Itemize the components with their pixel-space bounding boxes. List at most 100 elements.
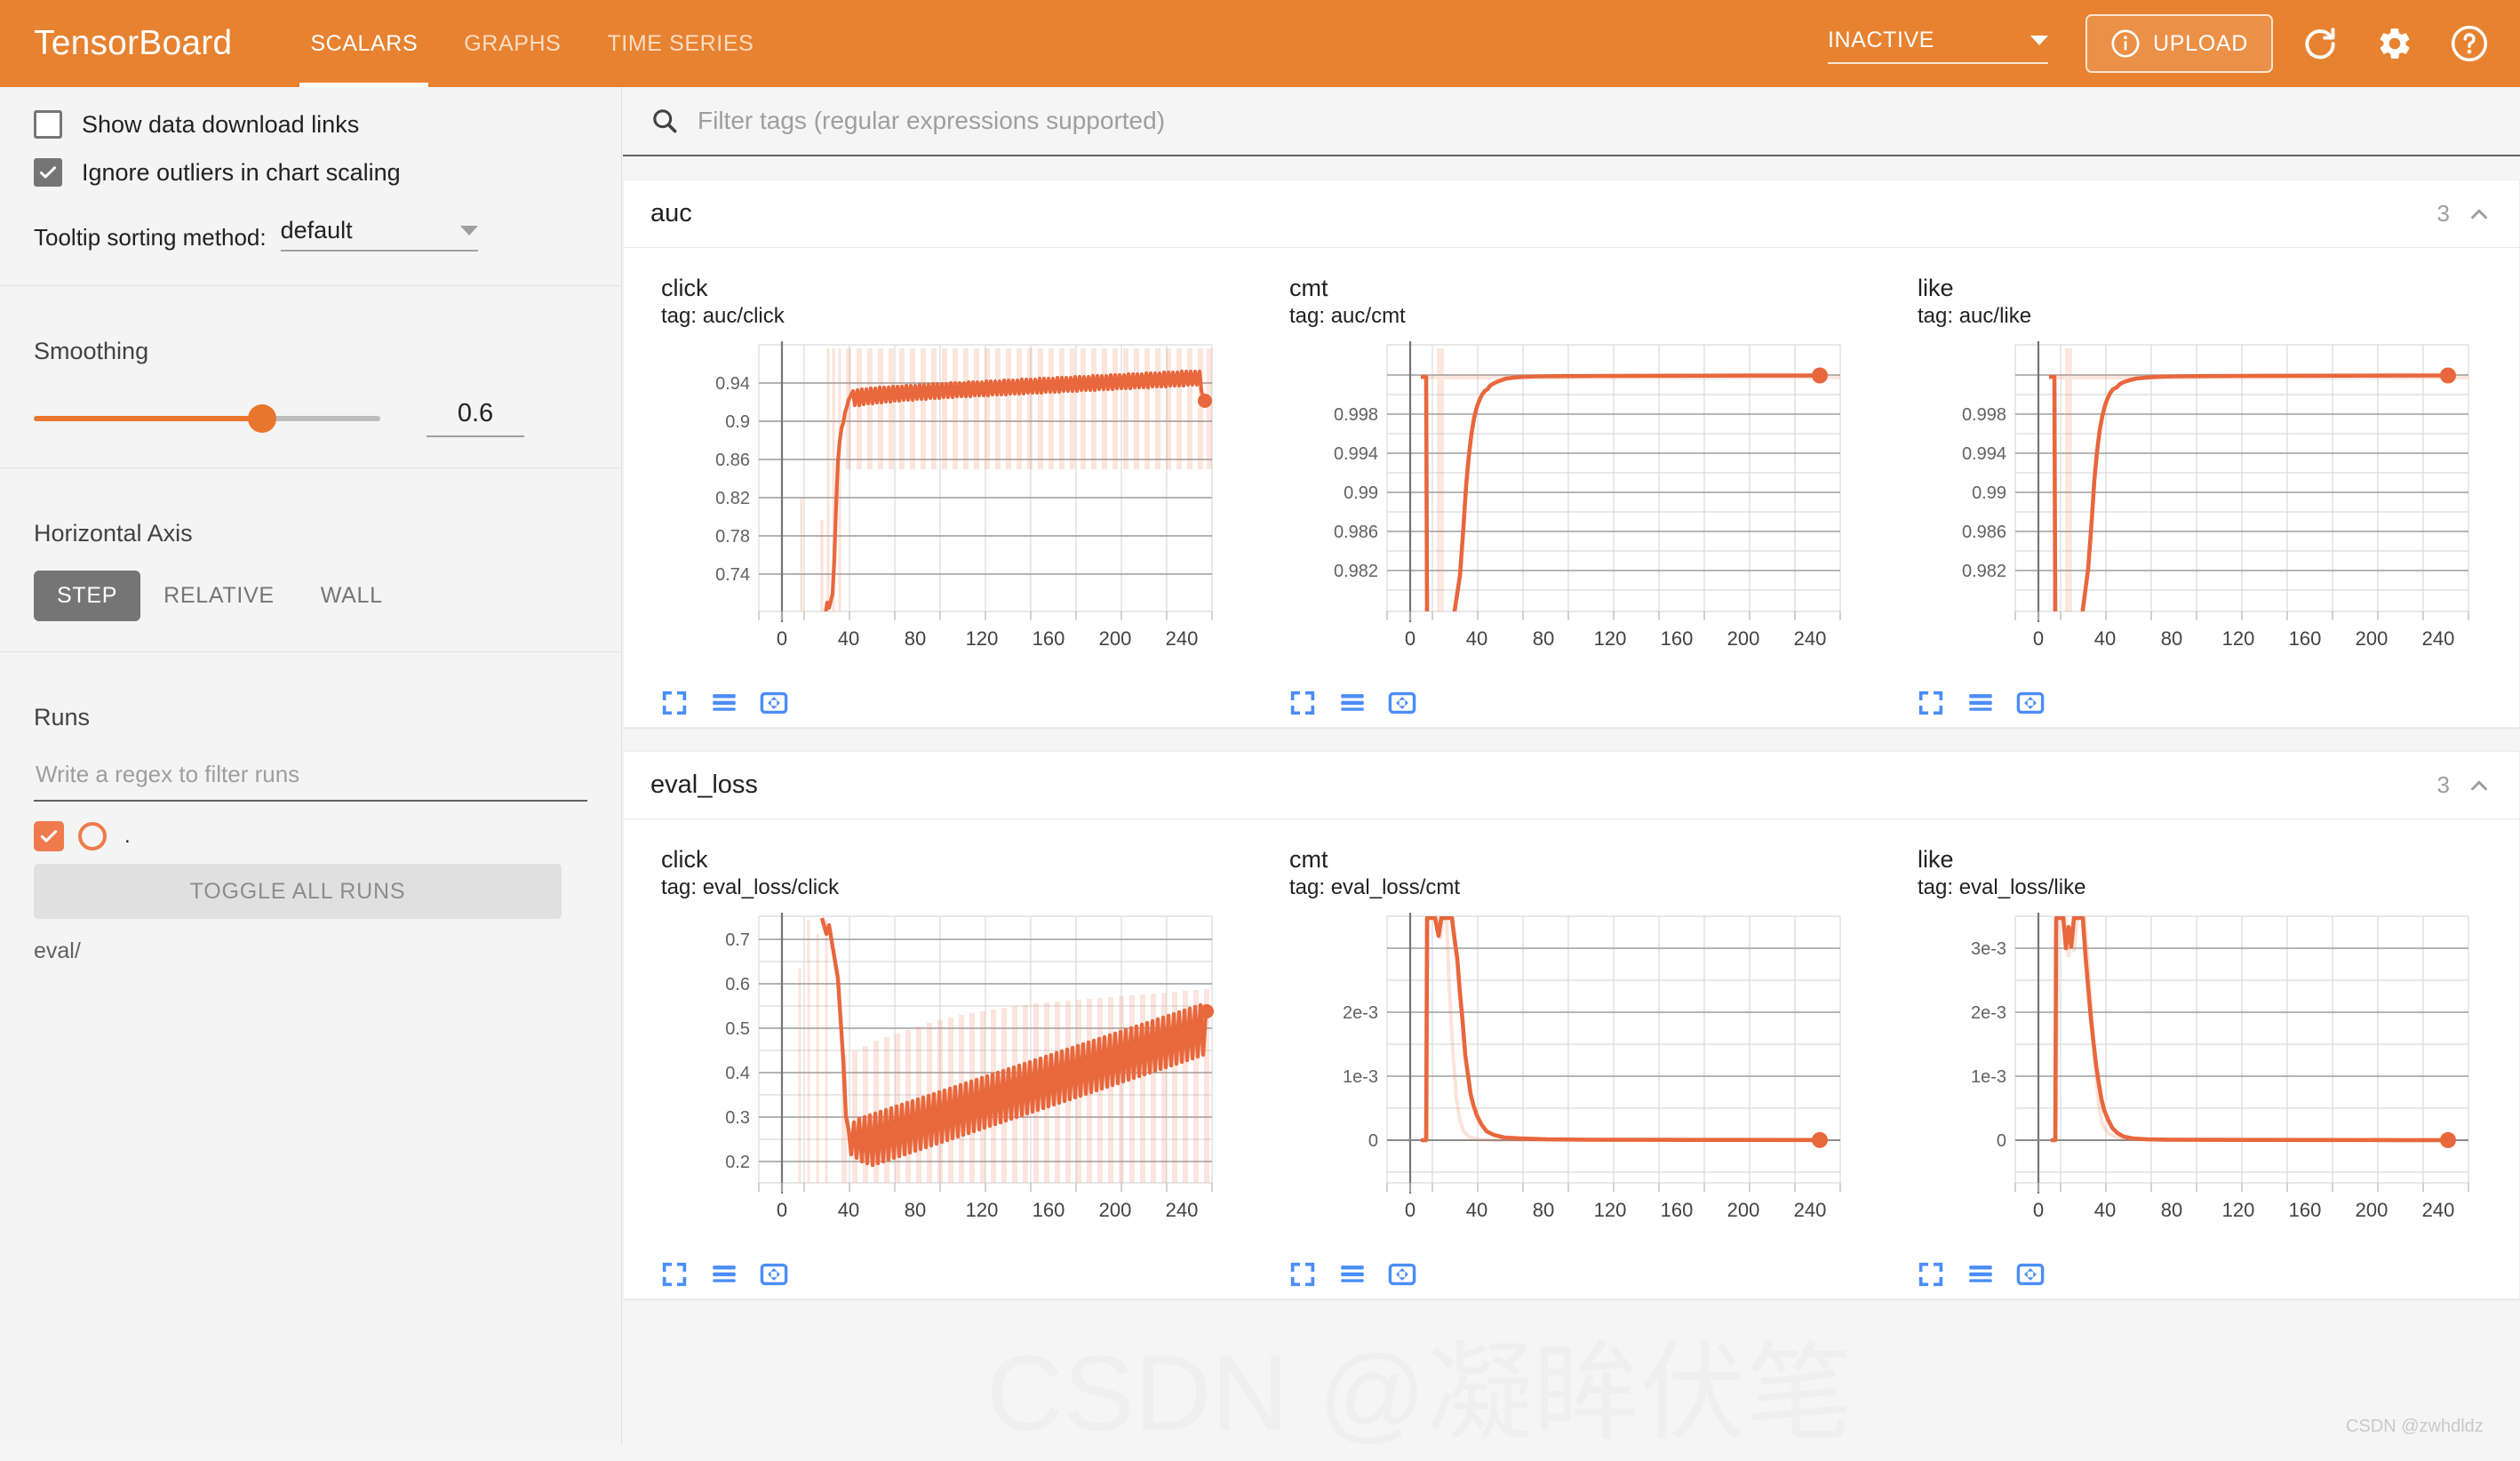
svg-text:0: 0: [1368, 1131, 1378, 1151]
endpoint-marker: [2440, 367, 2456, 384]
chart-plot-eval-loss-click[interactable]: 0.70.6 0.50.4 0.30.2 0 40 80 120 160 200…: [643, 907, 1230, 1254]
chart-plot-eval-loss-like[interactable]: 3e-32e-3 1e-30 0 40 80 120 160 200 240: [1900, 907, 2486, 1254]
settings-button[interactable]: [2367, 16, 2422, 71]
section-title-eval-loss: eval_loss: [650, 770, 758, 799]
smoothing-value[interactable]: 0.6: [427, 399, 524, 437]
ignore-outliers-row[interactable]: Ignore outliers in chart scaling: [34, 158, 587, 187]
data-table-icon[interactable]: [709, 688, 739, 718]
chart-plot-auc-like[interactable]: 0.9980.994 0.990.986 0.982 0 40 80 120 1…: [1900, 336, 2486, 683]
svg-text:0.982: 0.982: [1334, 562, 1378, 581]
tab-graphs[interactable]: GRAPHS: [441, 0, 584, 87]
svg-text:0.986: 0.986: [1962, 523, 2006, 542]
svg-text:0: 0: [2033, 627, 2044, 650]
tag-filter-input[interactable]: [696, 106, 2493, 136]
chart-grid-eval-loss: click tag: eval_loss/click 0.7 0.6 0.5 0…: [624, 819, 2519, 1298]
smoothing-control: 0.6: [34, 399, 587, 437]
chevron-up-icon[interactable]: [2466, 201, 2492, 228]
pan-fit-icon[interactable]: [2015, 688, 2046, 718]
svg-text:2e-3: 2e-3: [1971, 1003, 2006, 1023]
tooltip-sorting-row: Tooltip sorting method: default: [34, 217, 587, 255]
axis-option-wall[interactable]: WALL: [298, 571, 406, 621]
fullscreen-icon[interactable]: [659, 1259, 690, 1289]
fullscreen-icon[interactable]: [1288, 688, 1318, 718]
chart-plot-auc-cmt[interactable]: 0.9980.994 0.990.986 0.982 0 40 80 120 1…: [1272, 336, 1858, 683]
svg-text:200: 200: [1099, 627, 1132, 650]
refresh-button[interactable]: [2293, 16, 2348, 71]
chart-plot-eval-loss-cmt[interactable]: 2e-3 1e-3 0 0 40 80 120 160 200 240: [1272, 907, 1858, 1254]
chart-card-eval-loss-click: click tag: eval_loss/click 0.7 0.6 0.5 0…: [627, 835, 1256, 1298]
svg-text:0.78: 0.78: [715, 527, 750, 547]
run-status-label: INACTIVE: [1827, 27, 1935, 52]
toggle-all-runs-button[interactable]: TOGGLE ALL RUNS: [34, 864, 562, 919]
svg-text:0.3: 0.3: [725, 1108, 750, 1128]
smoothing-slider-fill: [34, 415, 260, 421]
chart-card-auc-like: like tag: auc/like 0.998 0.994 0.99 0.98…: [1884, 264, 2512, 727]
data-table-icon[interactable]: [1966, 688, 1996, 718]
section-card-auc: auc 3 click tag: auc/click 0.94 0.9 0.86…: [623, 180, 2520, 728]
svg-text:40: 40: [1466, 627, 1487, 650]
svg-text:160: 160: [1661, 1199, 1694, 1221]
data-table-icon[interactable]: [1337, 688, 1368, 718]
svg-text:0.994: 0.994: [1962, 444, 2006, 464]
pan-fit-icon[interactable]: [759, 688, 789, 718]
section-header-auc[interactable]: auc 3: [624, 180, 2519, 248]
show-download-links-checkbox[interactable]: [34, 110, 62, 139]
svg-text:0: 0: [1405, 627, 1416, 650]
run-name-label: .: [124, 824, 131, 848]
smoothing-slider-knob[interactable]: [248, 403, 276, 433]
svg-text:0.99: 0.99: [1344, 483, 1378, 503]
tag-filter-bar: [623, 87, 2520, 156]
axis-option-step[interactable]: STEP: [34, 571, 141, 621]
run-status-dropdown[interactable]: INACTIVE: [1827, 24, 2048, 64]
show-download-links-row[interactable]: Show data download links: [34, 110, 587, 139]
data-table-icon[interactable]: [1966, 1259, 1996, 1289]
tab-time-series[interactable]: TIME SERIES: [584, 0, 777, 87]
data-table-icon[interactable]: [709, 1259, 739, 1289]
chart-tag-eval-loss-cmt: tag: eval_loss/cmt: [1289, 875, 1461, 899]
svg-text:160: 160: [1033, 1199, 1065, 1221]
main-content: auc 3 click tag: auc/click: [623, 87, 2520, 1445]
app-header: TensorBoard SCALARS GRAPHS TIME SERIES I…: [0, 0, 2520, 87]
pan-fit-icon[interactable]: [759, 1259, 789, 1289]
smoothing-slider[interactable]: [34, 403, 380, 433]
chevron-up-icon[interactable]: [2466, 772, 2492, 799]
data-table-icon[interactable]: [1337, 1259, 1368, 1289]
section-count-auc: 3: [2436, 200, 2450, 227]
help-button[interactable]: [2442, 16, 2497, 71]
tooltip-sorting-select[interactable]: default: [280, 217, 478, 251]
chart-plot-auc-click[interactable]: 0.940.9 0.860.82 0.780.74 0 40 80 120 16…: [643, 336, 1230, 683]
chart-tag-auc-click: tag: auc/click: [661, 304, 785, 328]
section-meta-eval-loss: 3: [2437, 771, 2492, 799]
svg-text:40: 40: [1466, 1199, 1487, 1221]
svg-text:0: 0: [1997, 1131, 2006, 1151]
svg-text:200: 200: [1099, 1199, 1132, 1221]
upload-button[interactable]: UPLOAD: [2085, 14, 2273, 73]
svg-text:120: 120: [1594, 627, 1627, 650]
svg-text:120: 120: [966, 627, 999, 650]
chart-tag-eval-loss-click: tag: eval_loss/click: [661, 875, 840, 899]
pan-fit-icon[interactable]: [2015, 1259, 2046, 1289]
ignore-outliers-checkbox[interactable]: [34, 158, 62, 187]
run-checkbox[interactable]: [34, 821, 64, 851]
horizontal-axis-label: Horizontal Axis: [34, 520, 193, 547]
pan-fit-icon[interactable]: [1387, 688, 1417, 718]
tab-scalars[interactable]: SCALARS: [287, 0, 441, 87]
svg-text:80: 80: [1533, 1199, 1554, 1221]
fullscreen-icon[interactable]: [659, 688, 690, 718]
axis-option-relative[interactable]: RELATIVE: [140, 571, 298, 621]
fullscreen-icon[interactable]: [1916, 688, 1946, 718]
fullscreen-icon[interactable]: [1288, 1259, 1318, 1289]
tooltip-sorting-value: default: [280, 217, 353, 244]
show-download-links-label: Show data download links: [82, 110, 360, 138]
svg-text:40: 40: [2094, 627, 2116, 650]
pan-fit-icon[interactable]: [1387, 1259, 1417, 1289]
svg-text:40: 40: [2094, 1199, 2116, 1221]
svg-text:80: 80: [1533, 627, 1554, 650]
svg-text:0: 0: [2033, 1199, 2044, 1221]
section-header-eval-loss[interactable]: eval_loss 3: [624, 752, 2519, 819]
svg-text:0.5: 0.5: [725, 1019, 750, 1039]
runs-filter-input[interactable]: [34, 760, 587, 789]
fullscreen-icon[interactable]: [1916, 1259, 1946, 1289]
svg-text:3e-3: 3e-3: [1971, 939, 2006, 959]
run-color-swatch: [78, 822, 107, 850]
